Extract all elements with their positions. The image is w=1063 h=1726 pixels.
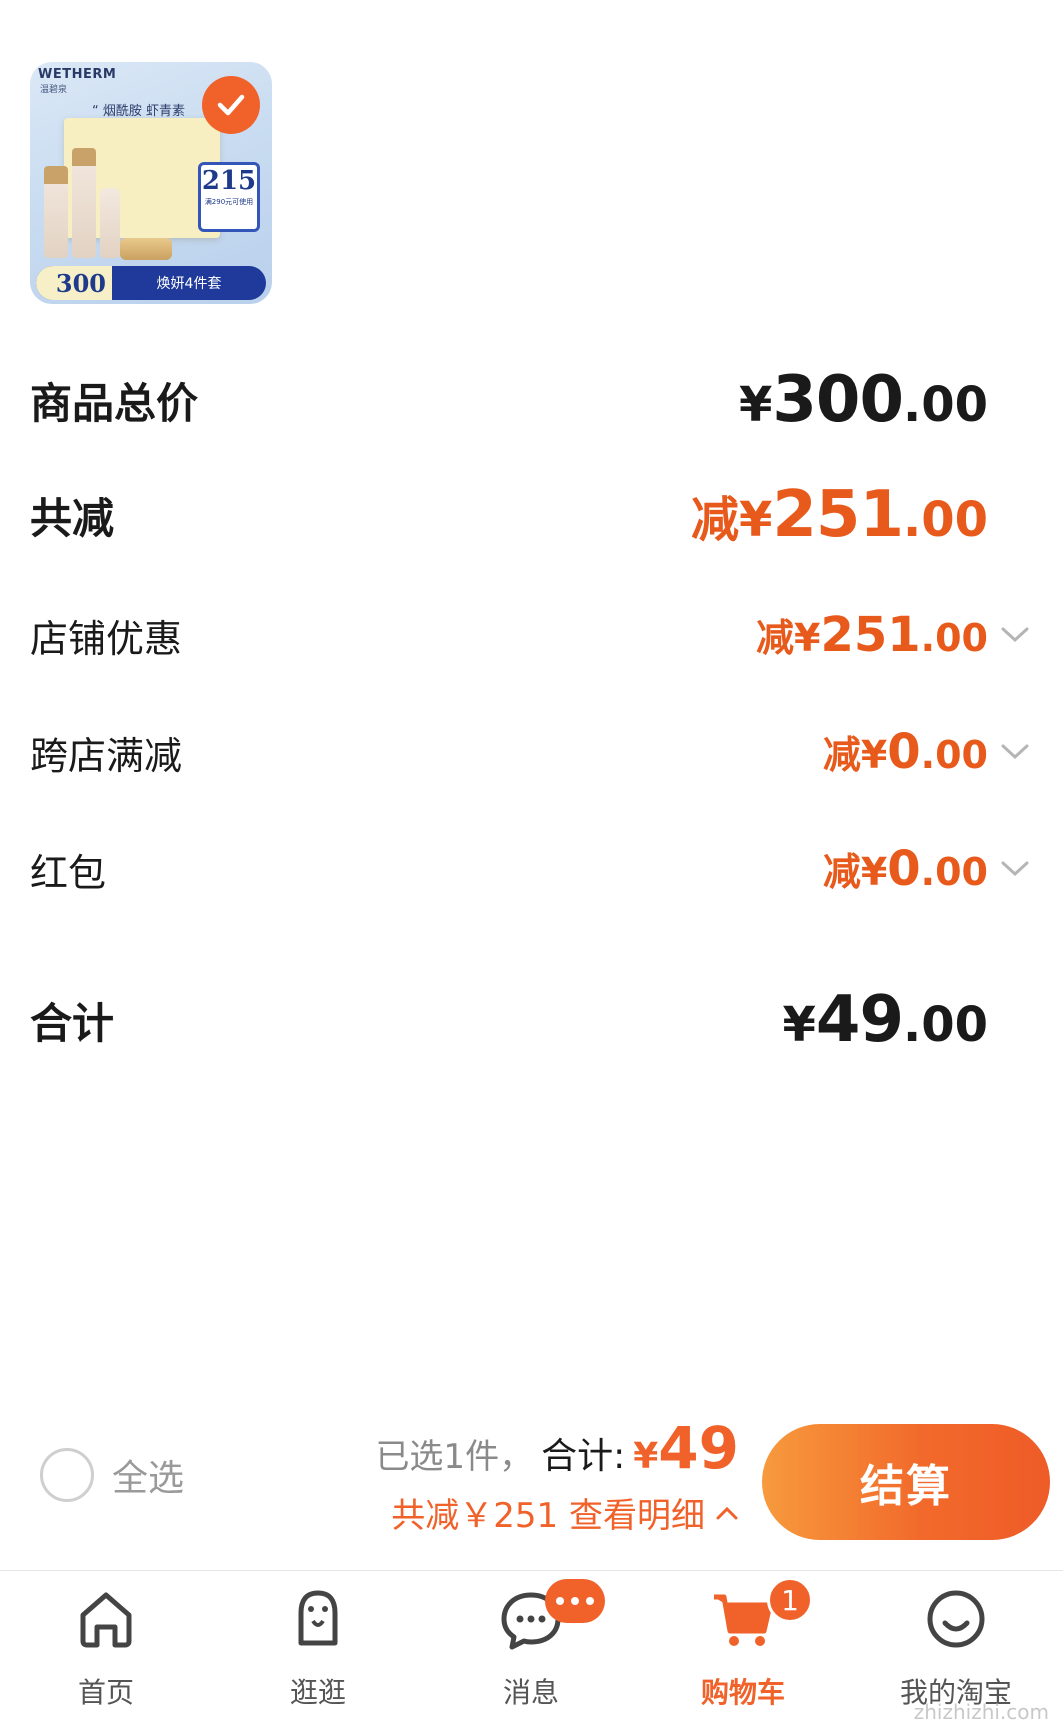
chevron-down-icon[interactable]: [1000, 743, 1030, 761]
chevron-down-icon[interactable]: [1000, 626, 1030, 644]
tab-messages-label: 消息: [502, 1676, 559, 1709]
profile-icon: [927, 1590, 985, 1648]
shop-discount-prefix: 减¥: [756, 616, 821, 660]
shop-discount-dec: .00: [920, 616, 988, 660]
cart-total-currency: ¥: [633, 1436, 659, 1477]
goods-total-row: 商品总价 ¥ 300 .00: [30, 360, 1030, 440]
product-brand-sub: 温碧泉: [40, 85, 68, 95]
grand-total-int: 49: [815, 983, 904, 1057]
product-price-tag: 300: [55, 268, 106, 298]
product-brand: WETHERM: [38, 67, 117, 82]
cart-badge: 1: [767, 1577, 813, 1623]
chevron-down-icon[interactable]: [1000, 860, 1030, 878]
item-selected-check-icon[interactable]: [202, 76, 260, 134]
tab-explore[interactable]: 逛逛: [212, 1571, 424, 1726]
bottle-image: [72, 148, 96, 258]
watermark: zhizhizhi.com: [913, 1700, 1049, 1724]
select-all-label: 全选: [112, 1458, 185, 1499]
tab-messages[interactable]: 消息: [425, 1571, 637, 1726]
select-all[interactable]: 全选: [40, 1448, 184, 1502]
shop-discount-int: 251: [820, 607, 921, 663]
cart-summary: 已选1件， 合计: ¥49 共减￥251 查看明细: [375, 1414, 739, 1537]
grand-total-currency: ¥: [782, 997, 816, 1053]
cart-total-amount: 49: [658, 1414, 739, 1482]
goods-total-dec: .00: [902, 377, 988, 433]
tab-cart[interactable]: 1 购物车: [637, 1571, 849, 1726]
tab-cart-label: 购物车: [700, 1676, 785, 1709]
tube-image: [100, 188, 120, 258]
total-discount-dec: .00: [902, 492, 988, 548]
message-badge: [545, 1579, 605, 1623]
checkout-button[interactable]: 结算: [762, 1424, 1050, 1540]
coupon-tag: 215 满290元可使用: [198, 162, 260, 232]
product-thumbnail[interactable]: WETHERM 温碧泉 “ 烟酰胺 虾青素 215 满290元可使用 300 焕…: [30, 62, 272, 304]
explore-icon: [298, 1590, 338, 1646]
red-packet-label: 红包: [30, 850, 107, 895]
red-packet-int: 0: [887, 841, 921, 897]
home-icon: [80, 1592, 132, 1648]
red-packet-prefix: 减¥: [822, 850, 888, 894]
coupon-amount: 215: [201, 166, 257, 196]
shop-discount-row[interactable]: 店铺优惠 减¥ 251 .00: [30, 600, 1030, 670]
discount-detail-text: 共减￥251 查看明细: [391, 1496, 705, 1536]
grand-total-row: 合计 ¥ 49 .00: [30, 980, 1030, 1060]
picked-count: 已选1件，: [375, 1437, 534, 1477]
coupon-condition: 满290元可使用: [204, 198, 254, 206]
bottle-image: [44, 166, 68, 258]
grand-total-dec: .00: [902, 997, 988, 1053]
total-discount-prefix: 减¥: [690, 492, 773, 548]
cross-shop-discount-int: 0: [887, 724, 921, 780]
red-packet-row[interactable]: 红包 减¥ 0 .00: [30, 834, 1030, 904]
cross-shop-discount-label: 跨店满减: [30, 733, 183, 778]
goods-total-int: 300: [772, 363, 904, 437]
chevron-up-icon: [716, 1506, 738, 1519]
cross-shop-discount-row[interactable]: 跨店满减 减¥ 0 .00: [30, 717, 1030, 787]
tab-home[interactable]: 首页: [0, 1571, 212, 1726]
tab-home-label: 首页: [77, 1676, 134, 1709]
discount-detail-link[interactable]: 共减￥251 查看明细: [375, 1488, 739, 1537]
cross-shop-discount-dec: .00: [920, 733, 988, 777]
goods-total-label: 商品总价: [30, 378, 199, 428]
total-discount-row: 共减 减¥ 251 .00: [30, 475, 1030, 555]
product-bundle-name: 焕妍4件套: [156, 276, 222, 292]
product-slogan: “ 烟酰胺 虾青素: [92, 104, 185, 119]
tab-explore-label: 逛逛: [289, 1676, 346, 1709]
total-discount-label: 共减: [30, 493, 115, 543]
cart-total-label: 合计:: [541, 1436, 626, 1477]
tab-bar: 首页 逛逛 消息 1 购物车 我的淘宝 zhizhizhi.com: [0, 1570, 1063, 1726]
total-discount-int: 251: [772, 478, 904, 552]
red-packet-dec: .00: [920, 850, 988, 894]
select-all-radio[interactable]: [40, 1448, 94, 1502]
product-price-banner: 300 焕妍4件套: [36, 266, 266, 300]
jar-image: [120, 238, 172, 260]
cross-shop-discount-prefix: 减¥: [822, 733, 888, 777]
shop-discount-label: 店铺优惠: [30, 616, 183, 661]
goods-total-currency: ¥: [738, 377, 773, 433]
grand-total-label: 合计: [30, 998, 115, 1048]
